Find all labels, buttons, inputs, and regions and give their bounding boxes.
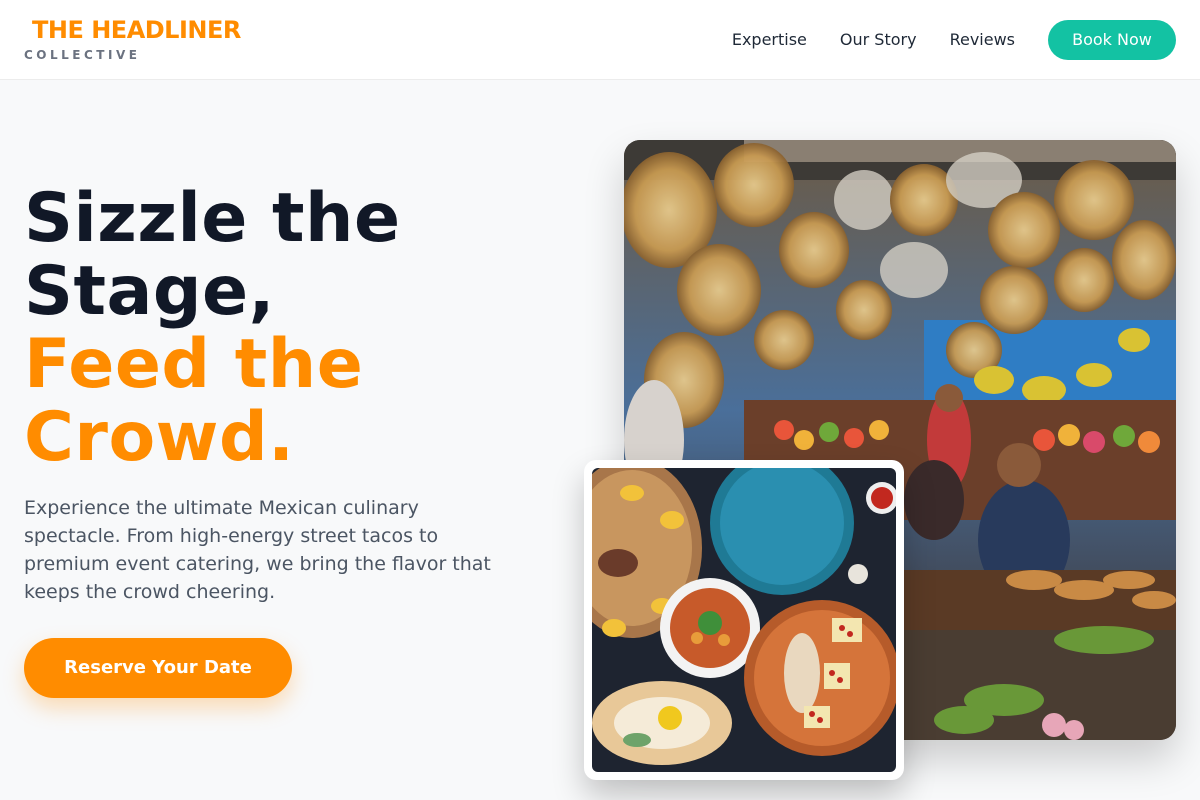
nav-link-expertise[interactable]: Expertise [732, 20, 807, 60]
hero-title-line-4: Crowd. [24, 398, 295, 477]
brand-name: THE HEADLINER [32, 16, 241, 44]
brand-logo[interactable]: THE HEADLINER COLLECTIVE [24, 16, 241, 62]
hero-description: Experience the ultimate Mexican culinary… [24, 497, 491, 603]
hero-title-line-2: Stage, [24, 252, 275, 331]
main-nav: Expertise Our Story Reviews Book Now [732, 20, 1176, 60]
hero-title-line-3: Feed the [24, 325, 364, 404]
food-platter-image [584, 460, 904, 780]
book-now-button[interactable]: Book Now [1048, 20, 1176, 60]
nav-link-our-story[interactable]: Our Story [840, 20, 917, 60]
hero-title-line-1: Sizzle the [24, 179, 401, 258]
site-header: THE HEADLINER COLLECTIVE Expertise Our S… [0, 0, 1200, 80]
nav-link-reviews[interactable]: Reviews [950, 20, 1015, 60]
reserve-date-button[interactable]: Reserve Your Date [24, 638, 292, 698]
brand-tagline: COLLECTIVE [24, 48, 141, 62]
hero-title: Sizzle the Stage, Feed the Crowd. [24, 182, 544, 474]
